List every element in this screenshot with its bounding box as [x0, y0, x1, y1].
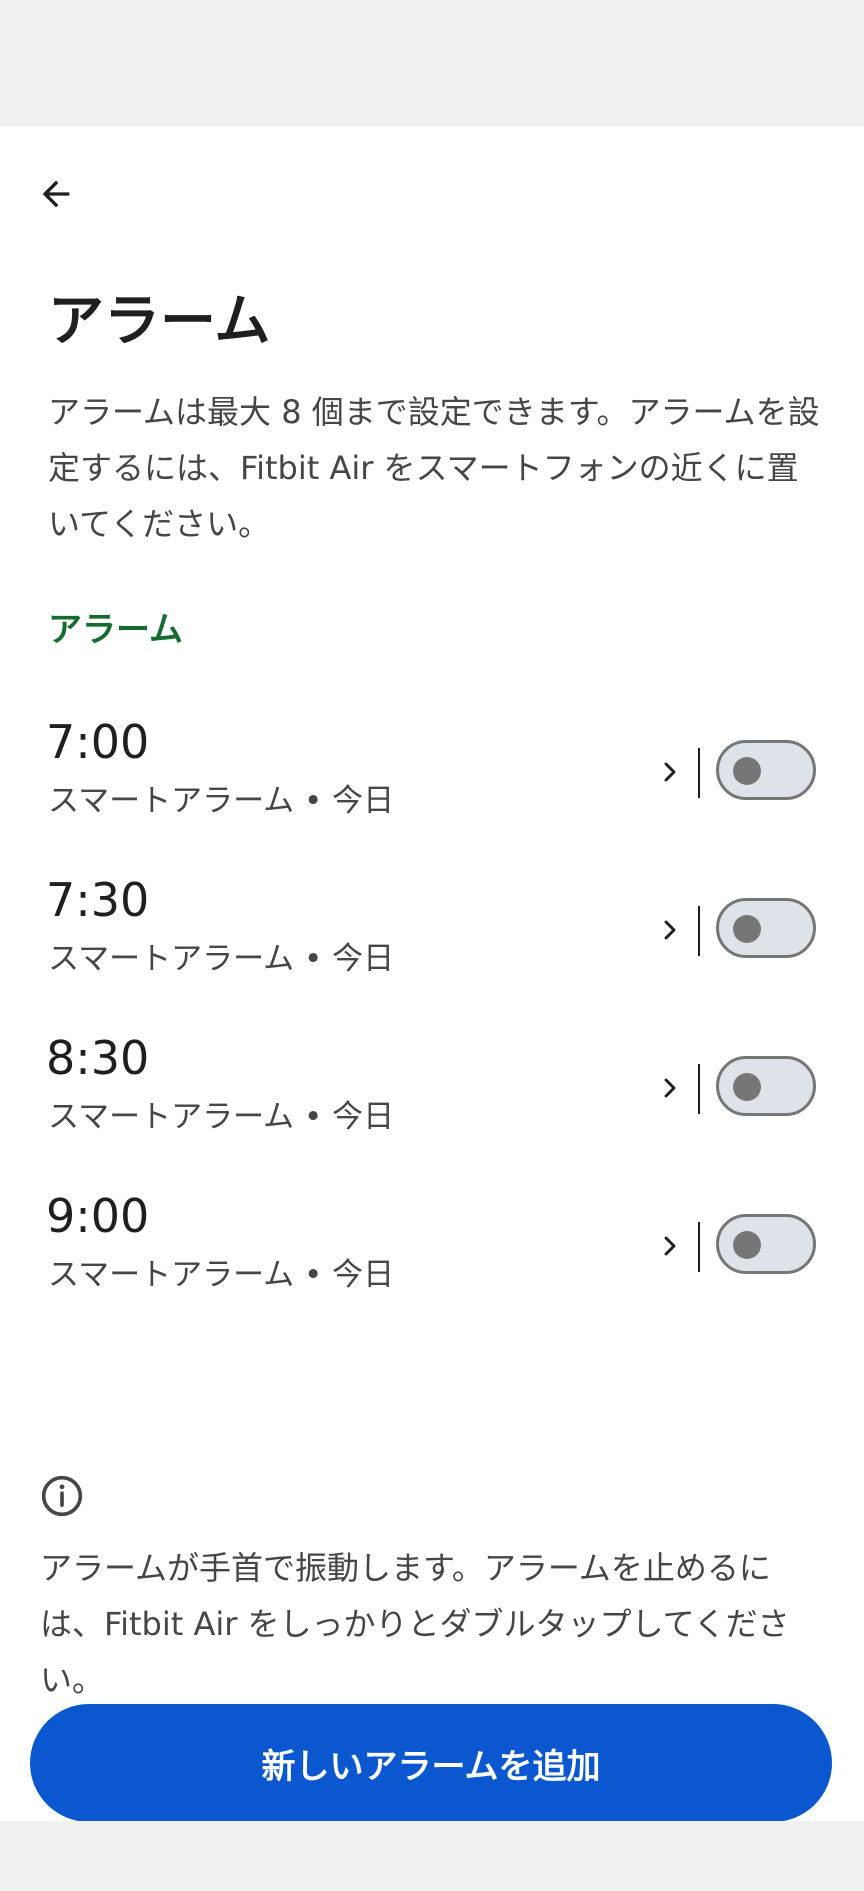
alarm-list: 7:00 スマートアラーム • 今日 7:30 スマートアラーム • 今日 8:… — [0, 706, 864, 1338]
alarm-row[interactable]: 7:30 スマートアラーム • 今日 — [0, 864, 864, 1022]
alarm-edit-button[interactable] — [646, 1064, 694, 1112]
alarm-settings-screen: アラーム アラームは最大 8 個まで設定できます。アラームを設定するには、Fit… — [0, 126, 864, 1822]
alarm-row[interactable]: 9:00 スマートアラーム • 今日 — [0, 1180, 864, 1338]
alarm-divider — [698, 1064, 700, 1114]
chevron-right-icon — [664, 920, 676, 940]
chevron-right-icon — [664, 1078, 676, 1098]
alarm-toggle[interactable] — [716, 1214, 816, 1274]
alarm-row[interactable]: 7:00 スマートアラーム • 今日 — [0, 706, 864, 864]
navigation-bar — [0, 1821, 864, 1891]
toggle-knob — [733, 915, 761, 943]
alarm-time: 9:00 — [46, 1189, 150, 1243]
alarm-row[interactable]: 8:30 スマートアラーム • 今日 — [0, 1022, 864, 1180]
page-title: アラーム — [48, 289, 271, 354]
alarm-toggle[interactable] — [716, 898, 816, 958]
alarm-subtitle: スマートアラーム • 今日 — [48, 783, 395, 819]
alarm-edit-button[interactable] — [646, 906, 694, 954]
chevron-right-icon — [664, 1236, 676, 1256]
alarm-toggle[interactable] — [716, 1056, 816, 1116]
alarm-subtitle: スマートアラーム • 今日 — [48, 941, 395, 977]
alarm-toggle[interactable] — [716, 740, 816, 800]
alarm-edit-button[interactable] — [646, 748, 694, 796]
alarm-subtitle: スマートアラーム • 今日 — [48, 1257, 395, 1293]
toggle-knob — [733, 1073, 761, 1101]
alarm-divider — [698, 906, 700, 956]
alarms-section-header: アラーム — [48, 610, 183, 650]
alarm-time: 8:30 — [46, 1031, 150, 1085]
info-icon — [41, 1475, 83, 1517]
arrow-left-icon — [42, 180, 70, 208]
chevron-right-icon — [664, 762, 676, 782]
toggle-knob — [733, 1231, 761, 1259]
alarm-divider — [698, 1222, 700, 1272]
toggle-knob — [733, 757, 761, 785]
status-bar — [0, 0, 864, 126]
alarm-time: 7:00 — [46, 715, 150, 769]
add-alarm-button[interactable]: 新しいアラームを追加 — [30, 1704, 832, 1822]
alarm-edit-button[interactable] — [646, 1222, 694, 1270]
info-text: アラームが手首で振動します。アラームを止めるには、Fitbit Air をしっか… — [40, 1549, 790, 1699]
back-button[interactable] — [24, 162, 88, 226]
alarm-divider — [698, 748, 700, 798]
alarm-subtitle: スマートアラーム • 今日 — [48, 1099, 395, 1135]
page-description: アラームは最大 8 個まで設定できます。アラームを設定するには、Fitbit A… — [48, 393, 820, 543]
alarm-time: 7:30 — [46, 873, 150, 927]
